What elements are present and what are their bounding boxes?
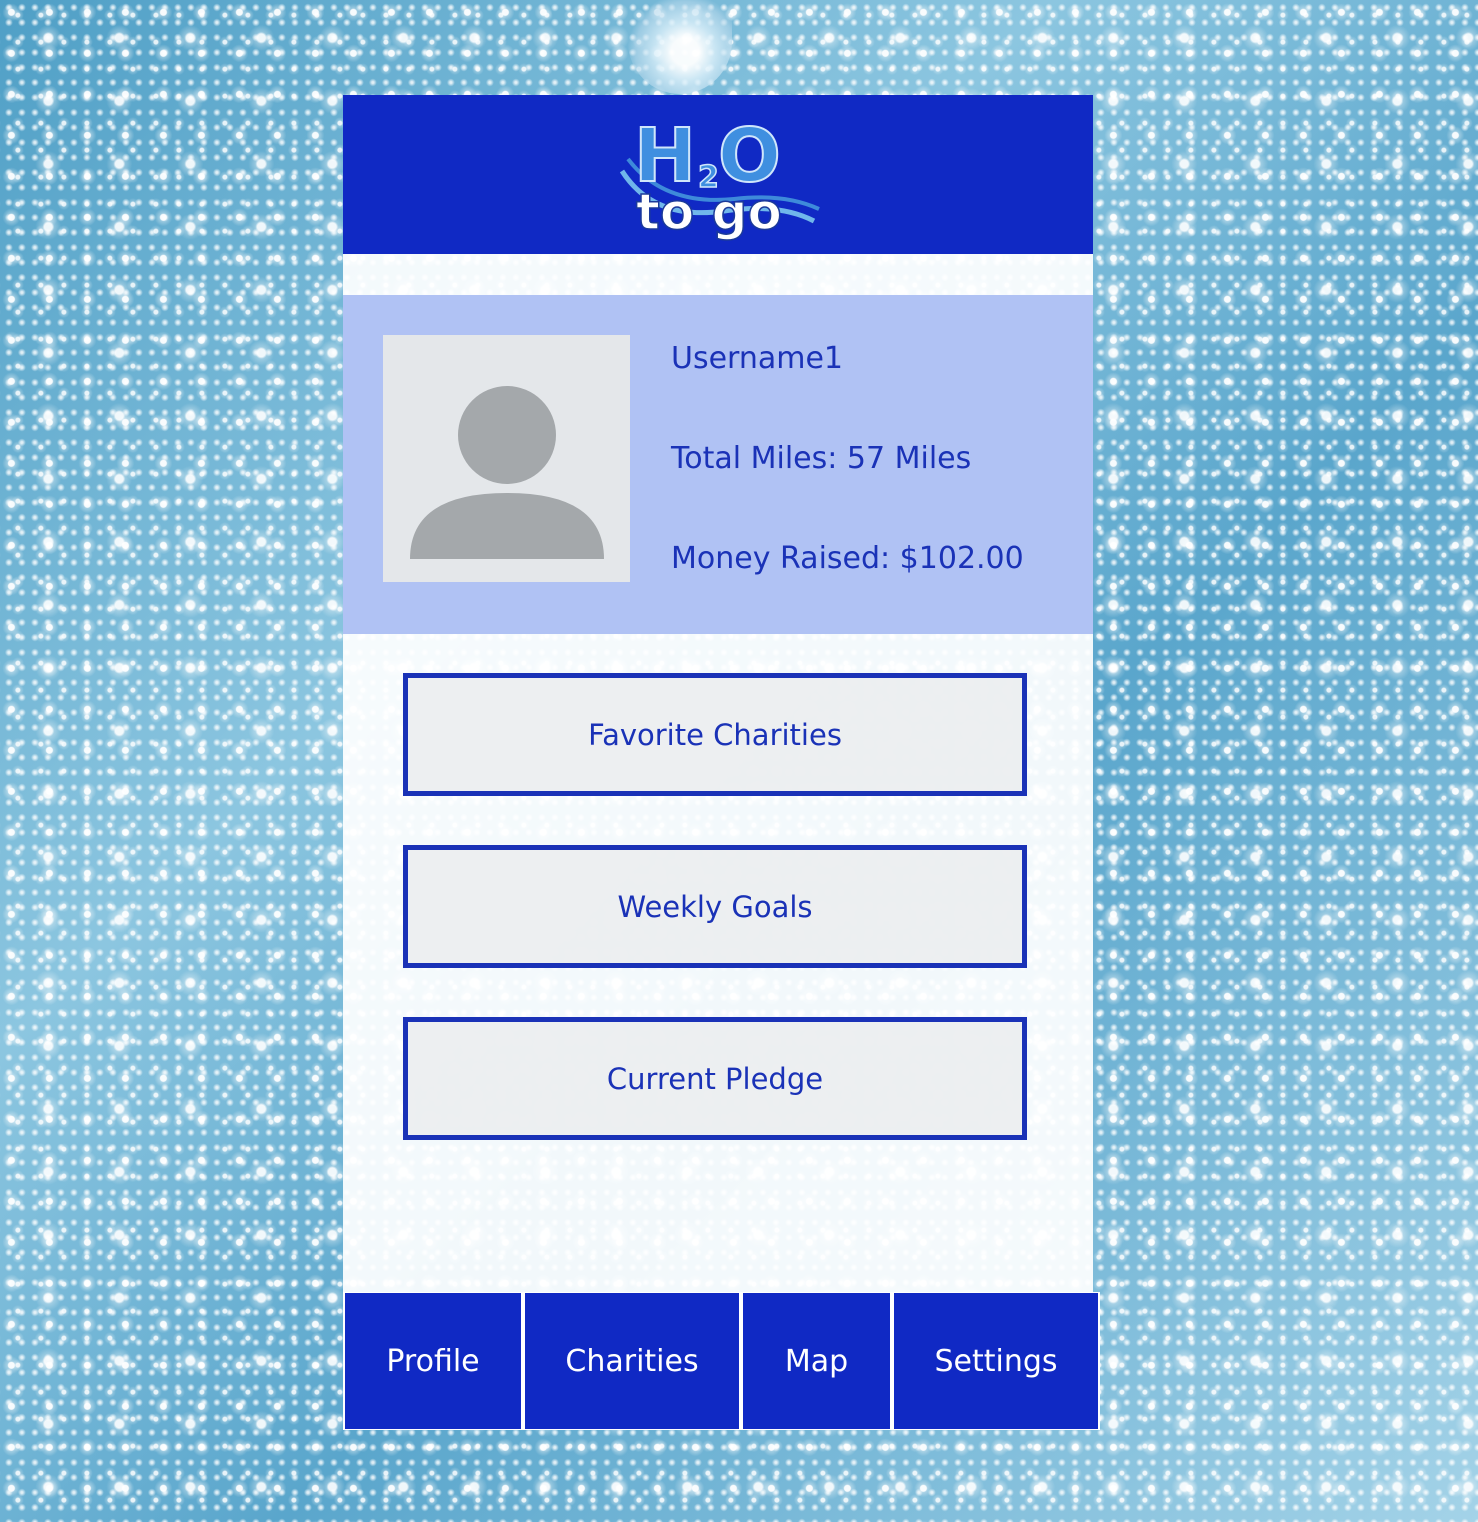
- default-user-avatar-icon: [383, 335, 630, 582]
- tab-settings[interactable]: Settings: [894, 1293, 1098, 1429]
- weekly-goals-button[interactable]: Weekly Goals: [403, 845, 1027, 968]
- profile-summary: Username1 Total Miles: 57 Miles Money Ra…: [343, 295, 1093, 634]
- logo-to-go: to go: [636, 183, 782, 241]
- current-pledge-button[interactable]: Current Pledge: [403, 1017, 1027, 1140]
- username-label: Username1: [671, 341, 844, 376]
- app-panel: H 2 O to go Username1 Total Miles: 57 Mi…: [343, 95, 1093, 1430]
- avatar-silhouette: [410, 386, 604, 559]
- background-water-droplet: [628, 0, 732, 94]
- favorite-charities-button[interactable]: Favorite Charities: [403, 673, 1027, 796]
- logo-graphic: H 2 O to go: [619, 112, 820, 242]
- bottom-tab-bar: Profile Charities Map Settings: [343, 1292, 1100, 1430]
- tab-charities[interactable]: Charities: [525, 1293, 739, 1429]
- money-raised-label: Money Raised: $102.00: [671, 541, 1024, 576]
- tab-map[interactable]: Map: [743, 1293, 890, 1429]
- app-header: H 2 O to go: [343, 95, 1093, 254]
- total-miles-label: Total Miles: 57 Miles: [671, 441, 972, 476]
- h2o-to-go-logo: H 2 O to go: [614, 111, 824, 242]
- tab-profile[interactable]: Profile: [345, 1293, 521, 1429]
